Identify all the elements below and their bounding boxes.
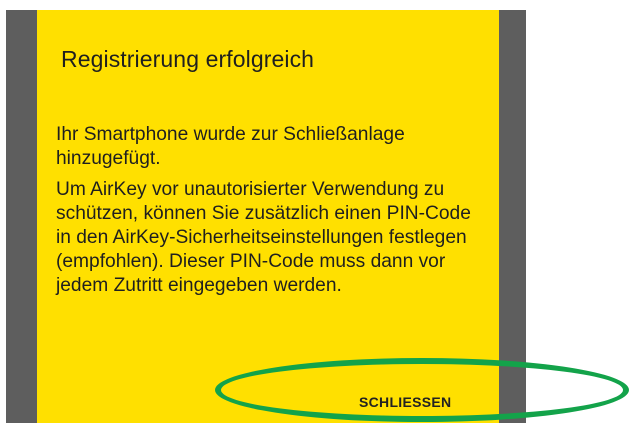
dialog-message-pin-recommendation: Um AirKey vor unautorisierter Verwendung…: [56, 179, 471, 296]
dialog-title: Registrierung erfolgreich: [61, 46, 315, 72]
close-button[interactable]: SCHLIESSEN: [359, 394, 451, 410]
dialog-message-added: Ihr Smartphone wurde zur Schließanlage h…: [56, 124, 405, 169]
registration-success-dialog: Registrierung erfolgreich Ihr Smartphone…: [37, 10, 499, 423]
